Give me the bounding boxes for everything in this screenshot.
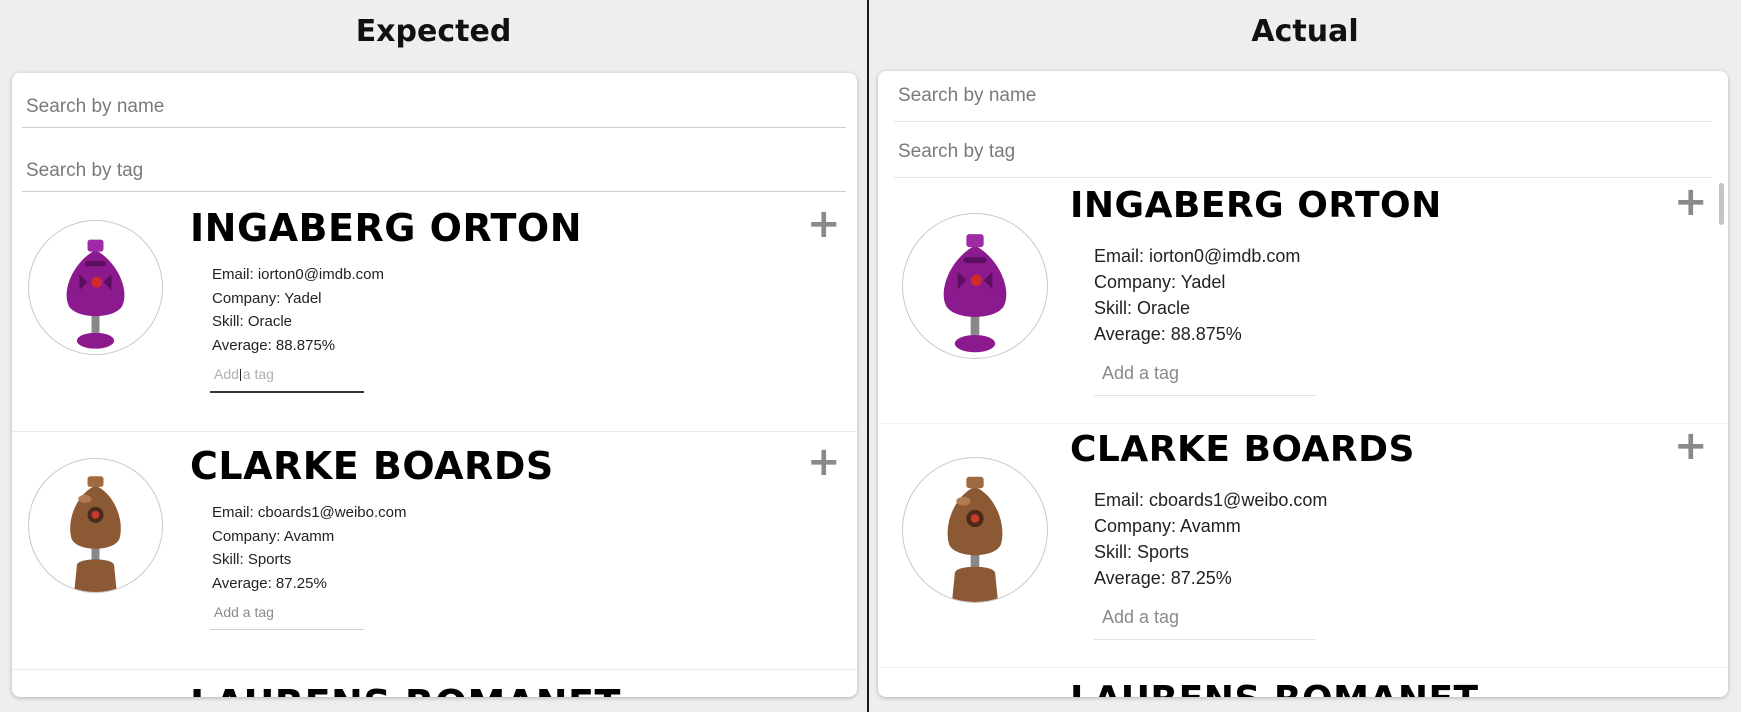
student-skill: Skill: Oracle xyxy=(1094,298,1191,318)
student-company: Company: Avamm xyxy=(1094,516,1241,536)
student-item: INGABERG ORTON + Email: iorton0@imdb.com… xyxy=(12,193,857,432)
student-company: Company: Yadel xyxy=(212,289,322,307)
student-company: Company: Yadel xyxy=(1094,272,1226,292)
student-average: Average: 87.25% xyxy=(212,574,327,592)
student-average: Average: 88.875% xyxy=(1094,324,1242,344)
add-tag-input[interactable] xyxy=(1094,595,1316,640)
expand-button[interactable]: + xyxy=(1674,423,1708,469)
robot-avatar-icon xyxy=(70,476,121,592)
expand-button[interactable]: + xyxy=(807,201,841,247)
robot-avatar-icon xyxy=(947,476,1003,602)
student-skill: Skill: Sports xyxy=(212,551,292,568)
actual-student-card: INGABERG ORTON + Email: iorton0@imdb.com… xyxy=(878,71,1728,697)
student-name: INGABERG ORTON xyxy=(1070,185,1442,226)
student-email: Email: iorton0@imdb.com xyxy=(1094,246,1301,266)
student-average: Average: 88.875% xyxy=(212,336,336,354)
robot-avatar-icon xyxy=(66,239,125,349)
add-tag-input[interactable] xyxy=(210,595,364,630)
student-name: LAURENS ROMANET xyxy=(1070,679,1479,697)
student-info: Email: iorton0@imdb.com Company: Yadel S… xyxy=(212,263,384,357)
search-name-input[interactable] xyxy=(894,71,1712,122)
student-avatar xyxy=(28,458,163,593)
student-email: Email: iorton0@imdb.com xyxy=(212,266,384,283)
student-name: INGABERG ORTON xyxy=(190,206,583,250)
robot-avatar-icon xyxy=(943,234,1007,353)
student-avatar xyxy=(902,457,1048,603)
student-info: Email: cboards1@weibo.com Company: Avamm… xyxy=(1094,487,1327,591)
search-name-input[interactable] xyxy=(22,87,846,128)
student-info: Email: cboards1@weibo.com Company: Avamm… xyxy=(212,501,406,595)
expected-student-card: INGABERG ORTON + Email: iorton0@imdb.com… xyxy=(12,73,857,697)
student-item: CLARKE BOARDS + Email: cboards1@weibo.co… xyxy=(878,423,1728,668)
text-cursor-icon xyxy=(240,369,241,381)
student-email: Email: cboards1@weibo.com xyxy=(1094,490,1328,510)
add-tag-input[interactable] xyxy=(210,357,364,393)
student-avatar xyxy=(902,213,1048,359)
expected-pane-title: Expected xyxy=(355,14,512,49)
student-name: LAURENS ROMANET xyxy=(190,682,621,697)
student-item: LAURENS ROMANET xyxy=(878,667,1728,697)
student-skill: Skill: Sports xyxy=(1094,542,1190,562)
student-item: LAURENS ROMANET xyxy=(12,669,857,697)
actual-pane-title: Actual xyxy=(1251,14,1359,49)
search-tag-input[interactable] xyxy=(22,151,846,192)
student-avatar xyxy=(28,220,163,355)
expand-button[interactable]: + xyxy=(807,439,841,485)
student-average: Average: 87.25% xyxy=(1094,568,1232,588)
student-skill: Skill: Oracle xyxy=(212,313,293,330)
student-company: Company: Avamm xyxy=(212,527,335,545)
student-email: Email: cboards1@weibo.com xyxy=(212,504,407,521)
add-tag-input[interactable] xyxy=(1094,351,1316,396)
student-item: CLARKE BOARDS + Email: cboards1@weibo.co… xyxy=(12,431,857,670)
student-name: CLARKE BOARDS xyxy=(190,444,554,488)
student-name: CLARKE BOARDS xyxy=(1070,429,1415,470)
student-info: Email: iorton0@imdb.com Company: Yadel S… xyxy=(1094,243,1300,347)
expand-button[interactable]: + xyxy=(1674,179,1708,225)
search-tag-input[interactable] xyxy=(894,127,1712,178)
student-item: INGABERG ORTON + Email: iorton0@imdb.com… xyxy=(878,179,1728,424)
pane-divider xyxy=(867,0,869,712)
